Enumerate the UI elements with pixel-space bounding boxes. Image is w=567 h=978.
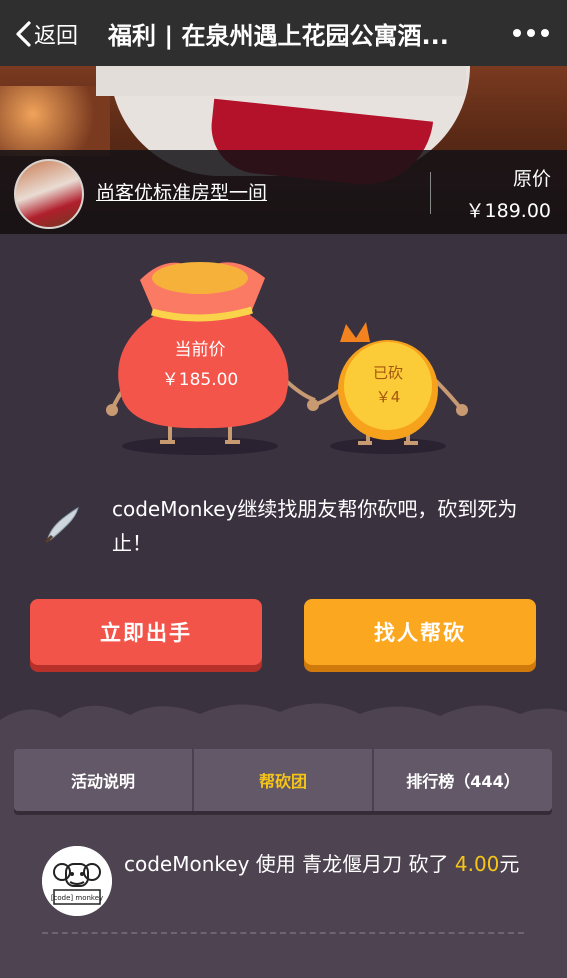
dot-icon — [513, 29, 521, 37]
list-item: [code] monkey codeMonkey 使用 青龙偃月刀 砍了 4.0… — [42, 846, 532, 926]
record-weapon: 青龙偃月刀 — [302, 852, 403, 876]
original-price-label: 原价 — [512, 168, 551, 190]
room-info-bar: 尚客优标准房型一间 原价 ￥189.00 — [0, 150, 567, 234]
cut-message-text: codeMonkey继续找朋友帮你砍吧，砍到死为止！ — [112, 497, 518, 555]
tab-bar: 活动说明 帮砍团 排行榜（444） — [14, 749, 552, 811]
record-unit: 元 — [499, 852, 520, 876]
chevron-left-icon — [16, 21, 31, 47]
room-photo: 尚客优标准房型一间 原价 ￥189.00 — [0, 66, 567, 234]
record-action: 使用 — [255, 852, 296, 876]
record-action-post: 砍了 — [408, 852, 449, 876]
knife-icon — [44, 507, 79, 544]
dot-icon — [541, 29, 549, 37]
current-price-label: 当前价 — [175, 340, 226, 360]
divider — [430, 172, 431, 214]
back-button[interactable]: 返回 — [14, 18, 78, 50]
original-price: ￥189.00 — [465, 200, 551, 222]
tab-helpers[interactable]: 帮砍团 — [194, 749, 374, 811]
cut-label: 已砍 — [373, 364, 403, 382]
nav-bar: 返回 福利 | 在泉州遇上花园公寓酒... — [0, 0, 567, 66]
record-user: codeMonkey — [124, 852, 250, 876]
more-menu-button[interactable] — [513, 29, 549, 37]
monkey-avatar-icon: [code] monkey — [42, 846, 112, 916]
back-label: 返回 — [34, 24, 79, 49]
avatar: [code] monkey — [42, 846, 112, 916]
cut-now-button[interactable]: 立即出手 — [30, 599, 262, 665]
record-text: codeMonkey 使用 青龙偃月刀 砍了 4.00元 — [124, 848, 524, 880]
room-name-link[interactable]: 尚客优标准房型一间 — [96, 178, 267, 205]
ask-friends-button[interactable]: 找人帮砍 — [304, 599, 536, 665]
svg-text:[code] monkey: [code] monkey — [51, 894, 103, 902]
record-amount: 4.00 — [454, 852, 500, 876]
price-illustration: 当前价 ￥185.00 已砍 ￥4 — [106, 262, 468, 455]
divider — [42, 932, 524, 934]
page-title: 福利 | 在泉州遇上花园公寓酒... — [108, 22, 449, 50]
tab-rules[interactable]: 活动说明 — [14, 749, 194, 811]
room-thumbnail — [14, 159, 84, 229]
dot-icon — [527, 29, 535, 37]
tab-ranking[interactable]: 排行榜（444） — [374, 749, 552, 811]
cut-amount: ￥4 — [376, 388, 401, 406]
current-price-value: ￥185.00 — [162, 370, 238, 390]
